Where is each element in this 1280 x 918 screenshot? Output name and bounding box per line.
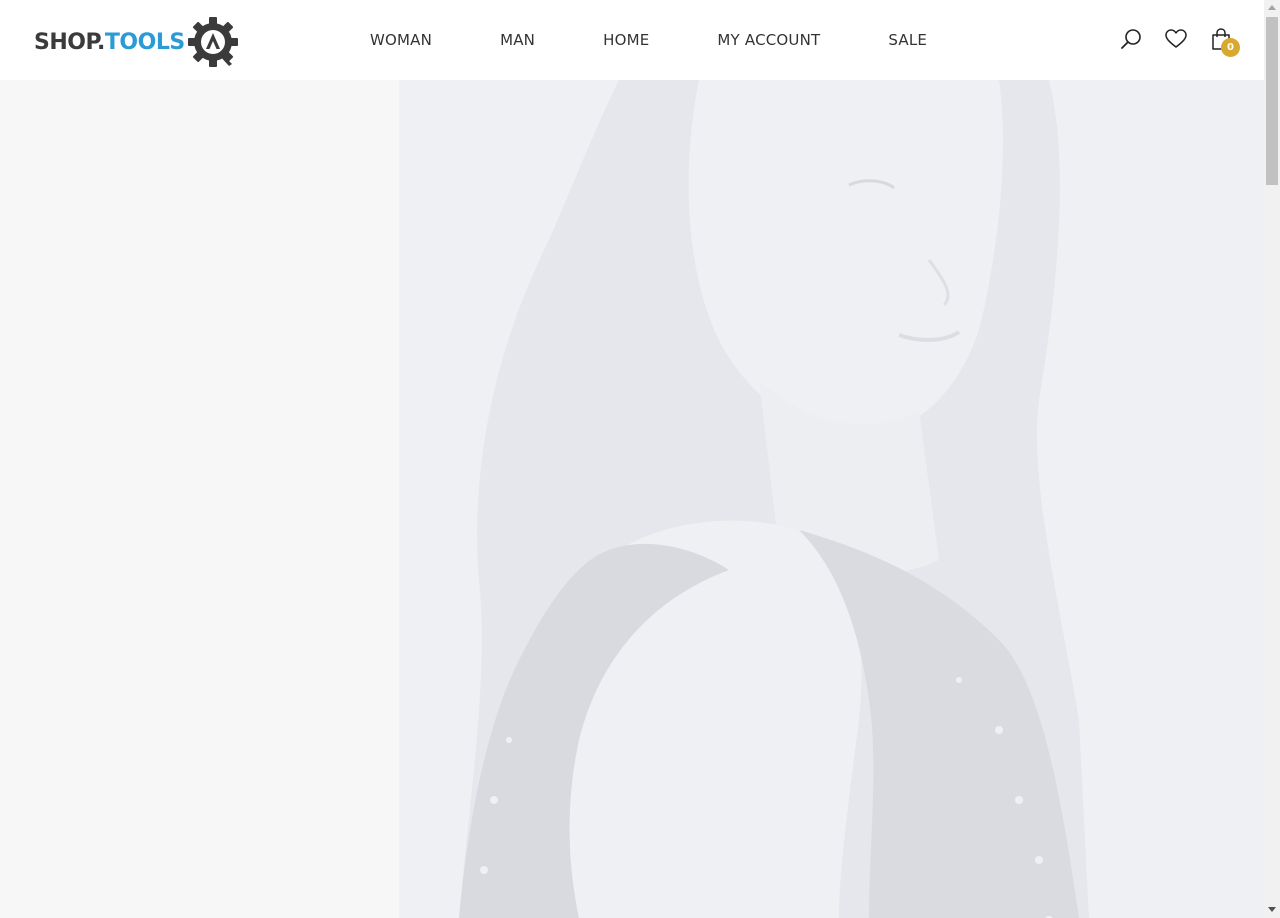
nav-item-woman[interactable]: WOMAN: [370, 31, 432, 49]
site-header: SHOP. TOOLS A: [0, 0, 1264, 80]
search-button[interactable]: [1118, 26, 1144, 52]
nav-item-man[interactable]: MAN: [500, 31, 535, 49]
nav-item-sale[interactable]: SALE: [888, 31, 927, 49]
logo-text-tools: TOOLS: [104, 29, 185, 55]
scroll-down-arrow-icon[interactable]: [1268, 907, 1276, 912]
vertical-scrollbar[interactable]: [1264, 0, 1280, 918]
logo-wordmark: SHOP. TOOLS: [34, 30, 185, 55]
wishlist-button[interactable]: [1163, 26, 1189, 52]
logo-text-shop: SHOP.: [34, 29, 105, 55]
nav-item-home[interactable]: HOME: [603, 31, 649, 49]
gear-logo-icon: [187, 17, 238, 67]
cart-count-badge: 0: [1221, 38, 1240, 57]
hero-image: [399, 80, 1264, 918]
header-actions: 0: [1118, 26, 1240, 57]
scroll-thumb[interactable]: [1266, 17, 1278, 185]
cart-button[interactable]: 0: [1208, 26, 1240, 57]
hero-left-panel: [0, 80, 399, 918]
page: SHOP. TOOLS A: [0, 0, 1280, 918]
main-nav: WOMAN MAN HOME MY ACCOUNT SALE: [370, 0, 927, 80]
woman-portrait-image: [459, 80, 1089, 918]
search-icon: [1121, 29, 1141, 49]
heart-icon: [1165, 29, 1187, 48]
site-logo[interactable]: SHOP. TOOLS A: [34, 16, 239, 68]
scroll-up-arrow-icon[interactable]: [1268, 5, 1276, 10]
nav-item-my-account[interactable]: MY ACCOUNT: [717, 31, 820, 49]
